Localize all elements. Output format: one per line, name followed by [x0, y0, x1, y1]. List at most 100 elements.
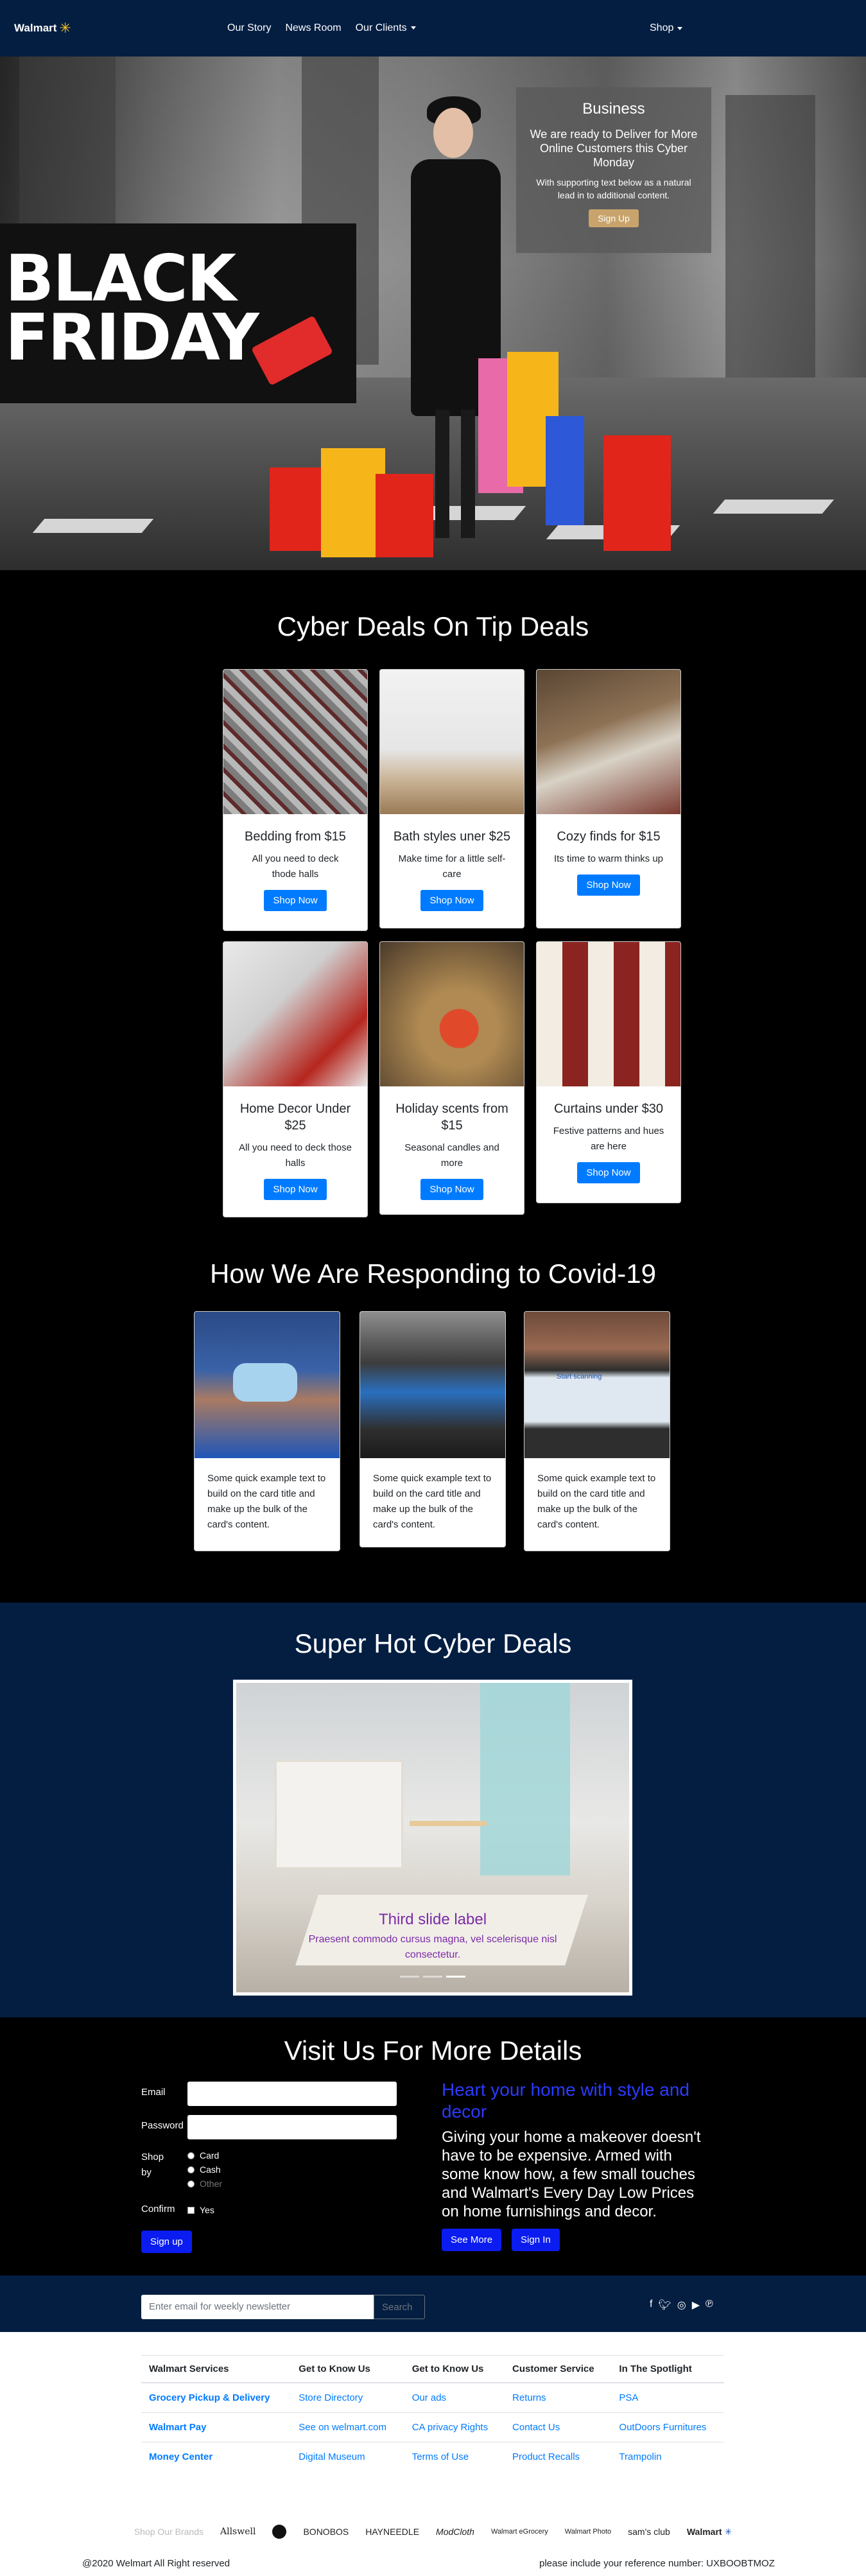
bedding-image: [223, 670, 367, 814]
radio-icon[interactable]: [187, 2152, 195, 2159]
signup-button[interactable]: Sign up: [141, 2231, 192, 2253]
brands-label: Shop Our Brands: [134, 2527, 204, 2537]
nav-link-our-story[interactable]: Our Story: [227, 22, 271, 34]
footer-link[interactable]: PSA: [611, 2382, 724, 2413]
brand-name[interactable]: Walmart: [14, 22, 56, 35]
deal-card: Bedding from $15 All you need to deck th…: [223, 669, 368, 931]
shop-by-label: Shop by: [141, 2152, 164, 2178]
section-title: Visit Us For More Details: [284, 2035, 582, 2066]
see-more-button[interactable]: See More: [442, 2229, 502, 2251]
shop-now-button[interactable]: Shop Now: [264, 1179, 327, 1200]
nav-shop-label[interactable]: Shop: [650, 22, 673, 34]
brands-strip: Shop Our Brands Allswell BONOBOS HAYNEED…: [0, 2525, 866, 2539]
table-row: Walmart Pay See on welmart.com CA privac…: [141, 2412, 724, 2442]
brand-logo-modcloth[interactable]: ModCloth: [436, 2527, 474, 2537]
shop-now-button[interactable]: Shop Now: [577, 875, 640, 896]
footer-column-header: Get to Know Us: [404, 2355, 505, 2383]
sign-in-button[interactable]: Sign In: [512, 2229, 560, 2251]
building-shape: [725, 95, 815, 390]
newsletter-search-button[interactable]: Search: [374, 2295, 425, 2319]
brand-logo[interactable]: Walmart ✳: [14, 21, 71, 35]
mask-shape: [233, 1363, 297, 1402]
nav-link-news-room[interactable]: News Room: [285, 22, 341, 34]
twitter-icon[interactable]: 🐦︎: [658, 2299, 671, 2311]
cyber-deals-section: Cyber Deals On Tip Deals Bedding from $1…: [0, 570, 866, 1253]
confirm-checkbox[interactable]: Yes: [187, 2205, 214, 2215]
deal-card-title: Curtains under $30: [553, 1102, 664, 1116]
footer-link[interactable]: CA privacy Rights: [404, 2412, 505, 2442]
youtube-icon[interactable]: ▶: [692, 2299, 700, 2311]
pinterest-icon[interactable]: ℗: [706, 2299, 713, 2311]
footer-link[interactable]: Grocery Pickup & Delivery: [141, 2382, 291, 2413]
covid-card: Some quick example text to build on the …: [194, 1311, 340, 1551]
confirm-label: Confirm: [141, 2204, 175, 2215]
shop-now-button[interactable]: Shop Now: [577, 1162, 640, 1183]
instagram-icon[interactable]: ◎: [677, 2299, 686, 2311]
shop-now-button[interactable]: Shop Now: [264, 890, 327, 911]
deal-card-text: Seasonal candles and more: [404, 1142, 499, 1169]
footer-link[interactable]: See on welmart.com: [291, 2412, 404, 2442]
promo-buttons: See More Sign In: [442, 2229, 711, 2251]
footer-link[interactable]: Our ads: [404, 2382, 505, 2413]
brand-logo-walmart[interactable]: Walmart ✳: [687, 2527, 732, 2537]
footer-link[interactable]: OutDoors Furnitures: [611, 2412, 724, 2442]
footer-link[interactable]: Trampolin: [611, 2442, 724, 2471]
deal-card: Home Decor Under $25 All you need to dec…: [223, 941, 368, 1217]
nav-dropdown-our-clients[interactable]: Our Clients: [356, 22, 416, 34]
brand-logo-allswell[interactable]: Allswell: [220, 2527, 255, 2537]
radio-icon[interactable]: [187, 2166, 195, 2173]
covid-card: Start scanning Some quick example text t…: [524, 1311, 670, 1551]
section-title: Super Hot Cyber Deals: [294, 1628, 572, 1658]
email-field[interactable]: [187, 2082, 397, 2106]
footer-link[interactable]: Digital Museum: [291, 2442, 404, 2471]
head-shape: [433, 108, 473, 158]
facebook-icon[interactable]: f: [650, 2299, 652, 2311]
brand-logo-sams-club[interactable]: sam's club: [628, 2527, 670, 2537]
curtain-shape: [480, 1683, 570, 1875]
nav-dropdown-label[interactable]: Our Clients: [356, 22, 407, 33]
checkbox-icon[interactable]: [187, 2206, 195, 2214]
footer-link[interactable]: Contact Us: [505, 2412, 612, 2442]
footer-link[interactable]: Money Center: [141, 2442, 291, 2471]
footer-link[interactable]: Returns: [505, 2382, 612, 2413]
footer-link[interactable]: Terms of Use: [404, 2442, 505, 2471]
reference-text: please include your reference number: UX…: [539, 2558, 775, 2569]
email-label: Email: [141, 2087, 166, 2098]
brand-logo-photo[interactable]: Walmart Photo: [565, 2528, 611, 2536]
brand-logo-walmart-text[interactable]: Walmart: [687, 2527, 722, 2537]
footer-link[interactable]: Store Directory: [291, 2382, 404, 2413]
carousel-indicator[interactable]: [423, 1976, 442, 1978]
shop-now-button[interactable]: Shop Now: [420, 1179, 483, 1200]
nav-dropdown-shop[interactable]: Shop: [650, 0, 683, 57]
brand-logo-badge[interactable]: [272, 2525, 287, 2539]
brand-logo-bonobos[interactable]: BONOBOS: [303, 2527, 349, 2537]
deal-card-title: Home Decor Under $25: [239, 1102, 351, 1133]
shop-now-button[interactable]: Shop Now: [420, 890, 483, 911]
crosswalk-stripe: [713, 500, 835, 514]
cozy-image: [537, 670, 680, 814]
black-friday-text: BLACK FRIDAY: [5, 247, 259, 370]
radio-label: Card: [200, 2150, 220, 2161]
curbside-image: [360, 1312, 505, 1458]
deal-card-text: All you need to deck thode halls: [252, 853, 339, 880]
footer-link[interactable]: Walmart Pay: [141, 2412, 291, 2442]
newsletter-email-input[interactable]: Enter email for weekly newsletter: [141, 2295, 374, 2319]
brand-logo-egrocery[interactable]: Walmart eGrocery: [491, 2528, 548, 2536]
deal-card-title: Bath styles uner $25: [393, 830, 511, 844]
hero-signup-button[interactable]: Sign Up: [589, 209, 639, 227]
password-field[interactable]: [187, 2115, 397, 2139]
footer: Walmart Services Get to Know Us Get to K…: [0, 2332, 866, 2576]
price-tag-icon: [250, 315, 334, 386]
carousel-indicator[interactable]: [446, 1976, 465, 1978]
deals-carousel[interactable]: Third slide label Praesent commodo cursu…: [233, 1680, 632, 1996]
deal-card: Holiday scents from $15 Seasonal candles…: [379, 941, 524, 1215]
radio-card[interactable]: Card: [187, 2148, 222, 2163]
carousel-indicator[interactable]: [400, 1976, 419, 1978]
slide-label: Third slide label: [378, 1911, 487, 1928]
promo-text: Giving your home a makeover doesn't have…: [442, 2128, 701, 2220]
footer-link[interactable]: Product Recalls: [505, 2442, 612, 2471]
hero-card-text: With supporting text below as a natural …: [536, 177, 691, 200]
brand-logo-hayneedle[interactable]: HAYNEEDLE: [365, 2527, 419, 2537]
radio-cash[interactable]: Cash: [187, 2163, 222, 2177]
hero-card-lead: We are ready to Deliver for More Online …: [530, 128, 698, 169]
